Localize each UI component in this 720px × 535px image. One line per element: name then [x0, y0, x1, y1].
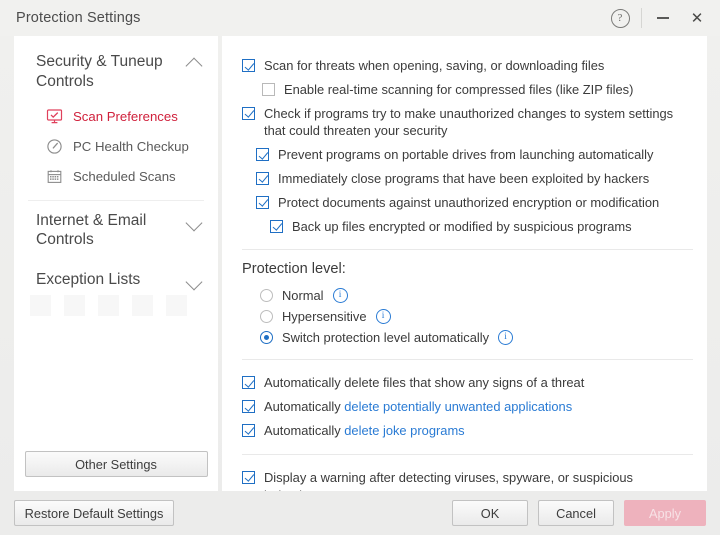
checkbox-auto-delete-pua[interactable] [242, 400, 255, 414]
footer-left: Restore Default Settings [14, 500, 174, 526]
section-divider [242, 453, 693, 455]
sidebar-item-label: Scan Preferences [73, 109, 178, 125]
minimize-icon [657, 17, 669, 19]
close-icon: ✕ [690, 9, 704, 27]
sidebar-item-label: PC Health Checkup [73, 139, 189, 155]
option-display-warning[interactable]: Display a warning after detecting viruse… [242, 466, 707, 491]
link-delete-potentially-unwanted-applications[interactable]: delete potentially unwanted applications [344, 399, 572, 414]
checkbox-protect-documents[interactable] [256, 195, 269, 209]
radio-row-hypersensitive[interactable]: Hypersensitive i [260, 306, 707, 327]
info-icon[interactable]: i [375, 309, 391, 325]
checkbox-realtime-compressed[interactable] [262, 82, 275, 96]
sidebar-group-security-tuneup[interactable]: Security & Tuneup Controls [14, 36, 218, 98]
monitor-check-icon [44, 107, 64, 127]
settings-content-inner: Scan for threats when opening, saving, o… [222, 36, 707, 491]
radio-label: Switch protection level automatically [282, 330, 490, 346]
restore-default-settings-button[interactable]: Restore Default Settings [14, 500, 174, 526]
option-label: Automatically delete files that show any… [264, 375, 585, 391]
radio-label: Normal [282, 288, 324, 304]
option-label: Protect documents against unauthorized e… [278, 194, 660, 210]
option-prevent-portable-drives[interactable]: Prevent programs on portable drives from… [256, 143, 707, 167]
option-check-unauthorized-changes[interactable]: Check if programs try to make unauthoriz… [242, 102, 707, 144]
option-realtime-compressed[interactable]: Enable real-time scanning for compressed… [262, 78, 707, 102]
option-scan-threats[interactable]: Scan for threats when opening, saving, o… [242, 54, 707, 78]
section-divider [242, 249, 693, 251]
speedometer-icon [44, 137, 64, 157]
option-label: Back up files encrypted or modified by s… [292, 218, 632, 234]
other-settings-container: Other Settings [14, 451, 218, 477]
sidebar-group-label: Security & Tuneup Controls [36, 53, 163, 90]
info-icon[interactable]: i [498, 330, 514, 346]
footer-right: OK Cancel Apply [452, 500, 706, 526]
checkbox-auto-delete-threat-files[interactable] [242, 376, 255, 390]
option-label: Prevent programs on portable drives from… [278, 147, 654, 163]
placeholder-square [132, 294, 153, 316]
sidebar: Security & Tuneup Controls Scan Preferen… [14, 36, 218, 491]
checkbox-display-warning[interactable] [242, 470, 255, 484]
sidebar-group-label: Internet & Email Controls [36, 211, 147, 249]
placeholder-square [166, 294, 187, 316]
placeholder-square [64, 294, 85, 316]
footer-bar: Restore Default Settings OK Cancel Apply [0, 491, 720, 535]
checkbox-check-unauthorized-changes[interactable] [242, 106, 255, 120]
radio-label: Hypersensitive [282, 309, 367, 325]
checkbox-close-exploited-programs[interactable] [256, 171, 269, 185]
other-settings-button[interactable]: Other Settings [24, 451, 208, 477]
chevron-up-icon[interactable] [185, 57, 203, 75]
sidebar-item-label: Scheduled Scans [73, 169, 176, 185]
option-close-exploited-programs[interactable]: Immediately close programs that have bee… [256, 167, 707, 191]
option-backup-encrypted-files[interactable]: Back up files encrypted or modified by s… [270, 215, 707, 239]
radio-row-switch-automatically[interactable]: Switch protection level automatically i [260, 327, 707, 348]
window-controls: ? ✕ [603, 0, 714, 36]
sidebar-placeholder-row [14, 279, 218, 331]
placeholder-square [98, 294, 119, 316]
window-controls-divider [641, 8, 642, 28]
sidebar-items-security-tuneup: Scan Preferences PC Health Checkup Sched… [14, 102, 218, 192]
option-label: Display a warning after detecting viruse… [264, 469, 633, 491]
checkbox-prevent-portable-drives[interactable] [256, 148, 269, 162]
radio-normal[interactable] [260, 289, 273, 303]
checkbox-backup-encrypted-files[interactable] [270, 219, 283, 233]
close-button[interactable]: ✕ [680, 3, 714, 33]
option-auto-delete-joke-programs[interactable]: Automatically delete joke programs [242, 419, 707, 443]
sidebar-item-scan-preferences[interactable]: Scan Preferences [14, 102, 218, 132]
option-label-prefix: Automatically [264, 399, 345, 415]
protection-level-title: Protection level: [242, 261, 346, 278]
help-button[interactable]: ? [603, 3, 637, 33]
option-label: Immediately close programs that have bee… [278, 170, 650, 186]
placeholder-square [30, 294, 51, 316]
ok-button[interactable]: OK [452, 500, 528, 526]
link-delete-joke-programs[interactable]: delete joke programs [344, 423, 464, 438]
sidebar-group-internet-email[interactable]: Internet & Email Controls [14, 201, 218, 261]
window-title: Protection Settings [16, 10, 141, 26]
option-auto-delete-threat-files[interactable]: Automatically delete files that show any… [242, 371, 707, 395]
radio-row-normal[interactable]: Normal i [260, 285, 707, 306]
checkbox-scan-threats[interactable] [242, 59, 255, 72]
radio-switch-automatically[interactable] [260, 331, 273, 345]
minimize-button[interactable] [646, 3, 680, 33]
checkbox-auto-delete-joke-programs[interactable] [242, 423, 255, 437]
option-label: Scan for threats when opening, saving, o… [264, 58, 605, 73]
calendar-icon [44, 167, 64, 187]
option-label: Check if programs try to make unauthoriz… [264, 105, 674, 139]
section-divider [242, 359, 693, 361]
radio-hypersensitive[interactable] [260, 310, 273, 324]
info-icon[interactable]: i [332, 288, 348, 304]
option-protect-documents[interactable]: Protect documents against unauthorized e… [256, 191, 707, 215]
option-auto-delete-pua[interactable]: Automatically delete potentially unwante… [242, 395, 707, 419]
apply-button[interactable]: Apply [624, 500, 706, 526]
option-label-prefix: Automatically [264, 422, 345, 438]
sidebar-item-scheduled-scans[interactable]: Scheduled Scans [14, 162, 218, 192]
chevron-down-icon[interactable] [185, 214, 203, 232]
title-bar: Protection Settings ? ✕ [0, 0, 720, 36]
option-label: Enable real-time scanning for compressed… [284, 81, 634, 97]
protection-settings-window: Protection Settings ? ✕ Security & Tuneu… [0, 0, 720, 535]
settings-content-panel: Scan for threats when opening, saving, o… [222, 36, 707, 491]
sidebar-item-pc-health-checkup[interactable]: PC Health Checkup [14, 132, 218, 162]
help-icon: ? [610, 8, 630, 28]
cancel-button[interactable]: Cancel [538, 500, 614, 526]
